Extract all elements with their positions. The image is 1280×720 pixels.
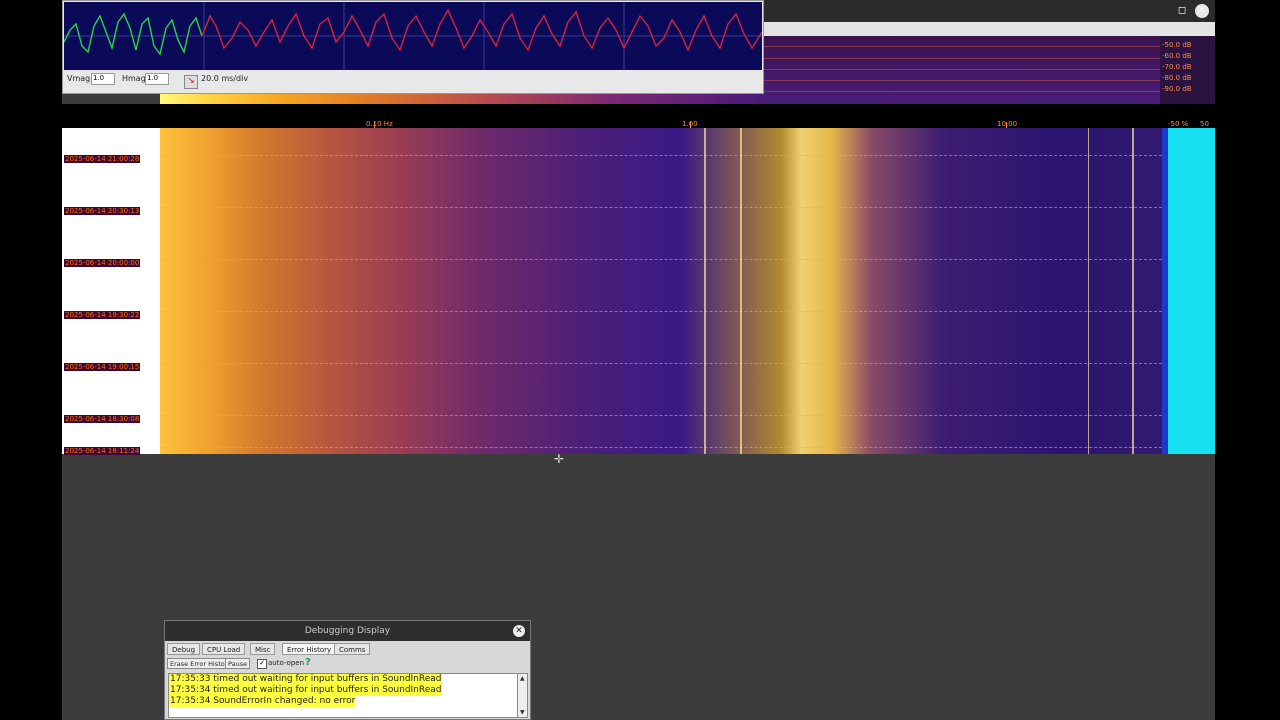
scope-trace-right	[201, 8, 762, 52]
maximize-icon[interactable]: ◻	[1175, 4, 1189, 18]
spectrum-graph	[762, 36, 1160, 104]
scroll-down-icon[interactable]: ▼	[520, 709, 525, 716]
grid-line	[762, 58, 1160, 59]
time-label: 2025-06-14 18:11:24	[64, 447, 141, 455]
error-log-list[interactable]: 17:35:33 timed out waiting for input buf…	[168, 673, 518, 718]
vmag-label: Vmag	[67, 74, 91, 83]
hmag-input[interactable]: 1.0	[145, 73, 169, 85]
spectrum-lab-window: ◻ ✕ -50.0 dB -60.0 dB -70.0 dB -80.0 dB …	[62, 0, 1215, 720]
time-marker-line	[160, 447, 1162, 449]
grid-line	[762, 69, 1160, 70]
hmag-label: Hmag	[122, 74, 146, 83]
erase-error-history-button[interactable]: Erase Error Histor	[167, 658, 231, 669]
close-icon[interactable]: ✕	[1195, 4, 1209, 18]
time-marker-line	[160, 311, 1162, 313]
time-label: 2025-06-14 19:30:22	[64, 311, 141, 319]
freq-label: 10.00	[997, 120, 1018, 128]
scope-window: Vmag 1.0 Hmag 1.0 ↘ 20.0 ms/div	[62, 0, 764, 94]
signal-streak	[1132, 128, 1134, 454]
time-label: 2025-06-14 20:30:13	[64, 207, 141, 215]
db-label: -60.0 dB	[1162, 52, 1192, 60]
vmag-input[interactable]: 1.0	[91, 73, 115, 85]
grid-line	[762, 46, 1160, 47]
pct-label: -50 %	[1168, 120, 1189, 128]
color-palette-bar	[160, 94, 762, 104]
time-label: 2025-06-14 21:00:28	[64, 155, 141, 163]
signal-streak	[704, 128, 706, 454]
log-line: 17:35:34 SoundErrorIn changed: no error	[169, 696, 356, 707]
trigger-icon[interactable]: ↘	[184, 75, 198, 89]
db-label: -90.0 dB	[1162, 85, 1192, 93]
grid-line	[762, 91, 1160, 92]
db-label: -80.0 dB	[1162, 74, 1192, 82]
percent-axis: -50 % 50	[1162, 104, 1215, 128]
auto-open-checkbox[interactable]: ✓	[257, 659, 267, 669]
log-scrollbar[interactable]: ▲ ▼	[517, 673, 528, 718]
auto-open-label: auto-open	[268, 659, 305, 667]
scroll-up-icon[interactable]: ▲	[520, 675, 525, 682]
pause-button[interactable]: Pause	[225, 658, 251, 669]
help-icon[interactable]: ?	[305, 657, 311, 668]
db-label: -70.0 dB	[1162, 63, 1192, 71]
tab-comms[interactable]: Comms	[334, 643, 371, 655]
scope-trace[interactable]	[64, 2, 762, 70]
signal-streak	[1088, 128, 1089, 454]
spectrogram-waterfall[interactable]	[160, 128, 1162, 454]
time-marker-line	[160, 259, 1162, 261]
timebase-label: 20.0 ms/div	[201, 74, 249, 83]
db-label: -50.0 dB	[1162, 41, 1192, 49]
time-label: 2025-06-14 18:30:08	[64, 415, 141, 423]
time-label: 2025-06-14 19:00:15	[64, 363, 141, 371]
time-marker-line	[160, 155, 1162, 157]
time-marker-line	[160, 207, 1162, 209]
freq-label: 0.10 Hz	[366, 120, 393, 128]
tab-misc[interactable]: Misc	[250, 643, 276, 655]
time-label: 2025-06-14 20:00:00	[64, 259, 141, 267]
time-marker-line	[160, 363, 1162, 365]
time-marker-line	[160, 415, 1162, 417]
log-line: 17:35:33 timed out waiting for input buf…	[169, 674, 442, 685]
tab-debug[interactable]: Debug	[167, 643, 201, 655]
db-scale: -50.0 dB -60.0 dB -70.0 dB -80.0 dB -90.…	[1160, 36, 1215, 104]
grid-line	[762, 80, 1160, 81]
mouse-cursor-icon: ✛	[554, 452, 565, 466]
signal-streak	[740, 128, 742, 454]
tab-cpu-load[interactable]: CPU Load	[202, 643, 246, 655]
freq-label: 1.00	[682, 120, 698, 128]
scope-trace-left	[64, 12, 203, 56]
tab-error-history[interactable]: Error History	[282, 643, 337, 655]
close-icon[interactable]: ✕	[513, 625, 525, 637]
statistics-panel	[1162, 128, 1215, 454]
log-line: 17:35:34 timed out waiting for input buf…	[169, 685, 442, 696]
statistics-edge	[1162, 128, 1168, 454]
debugging-display-window: Debugging Display ✕ Debug CPU Load Misc …	[164, 620, 531, 720]
debug-title: Debugging Display	[304, 626, 391, 636]
frequency-axis[interactable]: 0.10 Hz 1.00 10.00	[62, 104, 1162, 128]
debug-title-bar: Debugging Display ✕	[165, 621, 530, 641]
pct-label: 50	[1200, 120, 1209, 128]
time-scale: 2025-06-14 21:00:28 2025-06-14 20:30:13 …	[62, 128, 160, 455]
